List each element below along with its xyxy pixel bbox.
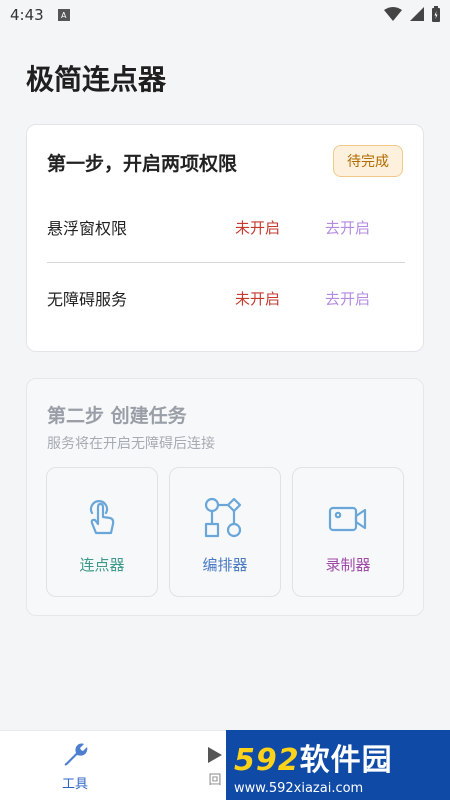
- tool-label: 编排器: [202, 556, 248, 574]
- watermark-url: www.592xiazai.com: [234, 780, 364, 796]
- enable-accessibility-button[interactable]: 去开启: [325, 288, 405, 309]
- tap-finger-icon: [82, 496, 122, 542]
- permission-label: 无障碍服务: [47, 290, 128, 309]
- step1-title: 第一步，开启两项权限: [47, 153, 238, 175]
- battery-icon: [432, 6, 440, 22]
- nav-tools-label: 工具: [61, 777, 88, 792]
- tool-arranger[interactable]: 编排器: [169, 467, 281, 597]
- watermark: 592软件园 www.592xiazai.com: [226, 730, 450, 800]
- wifi-icon: [384, 7, 402, 21]
- status-time: 4:43: [10, 6, 44, 24]
- pending-badge: 待完成: [333, 145, 403, 177]
- play-icon: [208, 747, 222, 763]
- tool-clicker[interactable]: 连点器: [46, 467, 158, 597]
- video-camera-icon: [327, 496, 369, 542]
- step1-card: 第一步，开启两项权限 待完成 悬浮窗权限 未开启 去开启 无障碍服务 未开启 去…: [26, 124, 424, 352]
- divider: [47, 262, 405, 263]
- nav-tab-tools[interactable]: 工具: [40, 741, 110, 792]
- step2-subtitle: 服务将在开启无障碍后连接: [47, 436, 215, 452]
- nav-record-label: 回: [208, 773, 222, 788]
- permission-row-accessibility: 无障碍服务 未开启 去开启: [47, 278, 405, 318]
- tool-label: 录制器: [325, 556, 371, 574]
- watermark-logo: 592软件园: [234, 735, 450, 779]
- tool-label: 连点器: [79, 556, 125, 574]
- permission-label: 悬浮窗权限: [47, 219, 128, 238]
- flowchart-icon: [202, 496, 248, 542]
- step2-card: 第二步 创建任务 服务将在开启无障碍后连接 连点器 编排器 录制器: [26, 378, 424, 616]
- tool-recorder[interactable]: 录制器: [292, 467, 404, 597]
- permission-row-overlay: 悬浮窗权限 未开启 去开启: [47, 207, 405, 247]
- nav-tab-record[interactable]: 回: [206, 745, 224, 788]
- step2-title: 第二步 创建任务: [47, 405, 187, 427]
- permission-status: 未开启: [235, 289, 281, 308]
- enable-overlay-button[interactable]: 去开启: [325, 217, 405, 238]
- watermark-text: 软件园: [299, 742, 393, 778]
- watermark-number: 592: [234, 742, 300, 778]
- signal-icon: [410, 7, 424, 21]
- permission-status: 未开启: [235, 218, 281, 237]
- notification-icon: A: [57, 9, 70, 21]
- status-bar: 4:43 A: [0, 0, 450, 30]
- app-title: 极简连点器: [26, 63, 167, 96]
- wrench-icon: [64, 743, 88, 766]
